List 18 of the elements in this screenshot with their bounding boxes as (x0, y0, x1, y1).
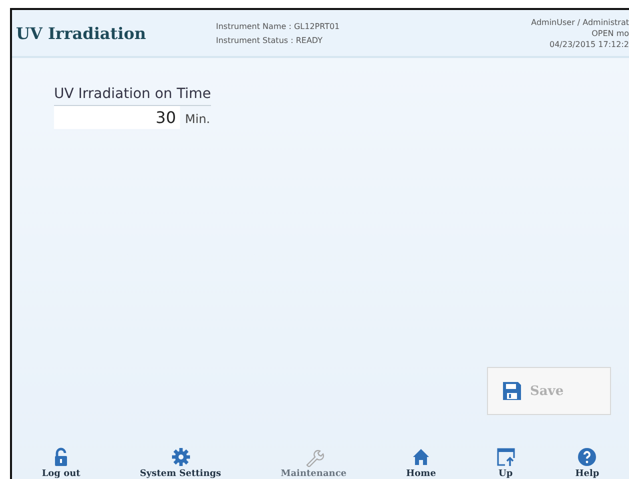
nav-button[interactable]: Log out (40, 447, 82, 479)
settings-icon (170, 447, 191, 467)
nav-button[interactable]: System Settings (138, 447, 224, 479)
help-icon (577, 447, 598, 467)
instrument-status: Instrument Status : READY (216, 36, 324, 44)
wrench-icon (304, 447, 324, 467)
mode-text: OPEN mo (592, 28, 629, 38)
nav-button[interactable]: Home (404, 447, 438, 479)
user-role: AdminUser / Administrat (531, 18, 629, 26)
date-time: 04/23/2015 17:12:2 (550, 40, 629, 48)
unit-label: Min. (185, 112, 210, 126)
time-input-field[interactable]: 30 (54, 106, 180, 129)
home-icon (411, 447, 432, 467)
window-up-arrow-icon (496, 447, 516, 467)
nav-button[interactable]: Up (494, 447, 518, 479)
instrument-name: Instrument Name : GL12PRT01 (216, 22, 341, 30)
nav-button[interactable]: Help (573, 447, 602, 479)
screen-title: UV Irradiation (15, 24, 148, 42)
